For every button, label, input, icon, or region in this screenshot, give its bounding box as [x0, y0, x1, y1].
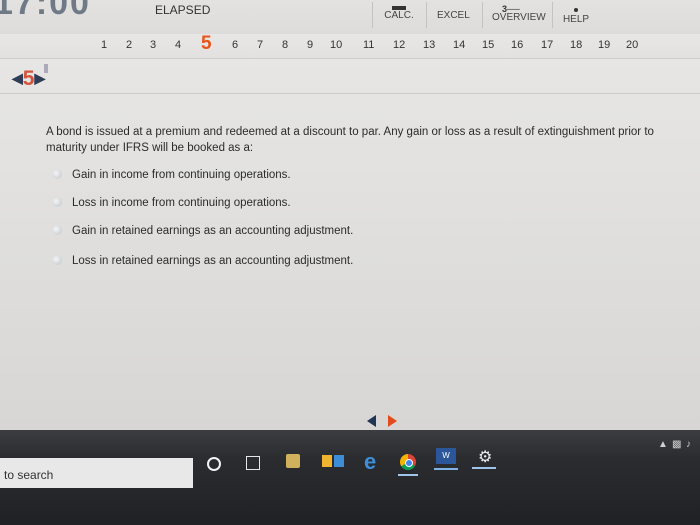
excel-label: EXCEL	[437, 10, 470, 21]
question-number-current[interactable]: 5	[201, 33, 212, 55]
overview-button[interactable]: 3── OVERVIEW	[492, 4, 546, 23]
answer-option-label: Loss in retained earnings as an accounti…	[72, 255, 354, 267]
answer-option[interactable]: Loss in income from continuing operation…	[52, 197, 291, 209]
question-number-link[interactable]: 6	[232, 39, 238, 51]
answer-option[interactable]: Gain in income from continuing operation…	[52, 169, 291, 181]
answer-option-label: Gain in retained earnings as an accounti…	[72, 225, 354, 237]
question-number-link[interactable]: 8	[282, 39, 288, 51]
task-view-icon[interactable]	[246, 456, 260, 470]
answer-option[interactable]: Loss in retained earnings as an accounti…	[52, 255, 353, 267]
toolbar-divider	[552, 2, 553, 28]
question-text: A bond is issued at a premium and redeem…	[46, 126, 654, 154]
word-active-indicator	[434, 468, 458, 470]
question-number-link[interactable]: 7	[257, 39, 263, 51]
calc-label: CALC.	[384, 10, 414, 21]
question-number-link[interactable]: 17	[541, 39, 553, 51]
exam-screen: 17:00 ELAPSED CALC. EXCEL 3── OVERVIEW H…	[0, 0, 700, 455]
elapsed-timer: 17:00	[0, 0, 91, 22]
question-number-link[interactable]: 4	[175, 39, 181, 51]
question-number-link[interactable]: 16	[511, 39, 523, 51]
mail-icon[interactable]	[322, 455, 332, 467]
question-number-link[interactable]: 9	[307, 39, 313, 51]
previous-question-arrow-icon[interactable]: ◀	[12, 70, 23, 86]
cortana-icon[interactable]	[207, 457, 221, 471]
chrome-active-indicator	[398, 474, 418, 476]
excel-button[interactable]: EXCEL	[437, 8, 470, 21]
help-label: HELP	[562, 14, 590, 25]
question-id-number: 5	[22, 67, 35, 90]
next-arrow-icon[interactable]	[388, 415, 397, 427]
elapsed-label: ELAPSED	[155, 3, 211, 17]
question-number-link[interactable]: 12	[393, 39, 405, 51]
settings-gear-icon[interactable]: ⚙	[478, 447, 492, 467]
help-icon	[574, 8, 578, 12]
flag-icon[interactable]	[44, 64, 48, 73]
radio-button[interactable]	[52, 225, 62, 235]
question-number-link[interactable]: 19	[598, 39, 610, 51]
mail-icon-secondary	[334, 455, 344, 467]
question-number-link[interactable]: 11	[363, 39, 374, 51]
question-number-link[interactable]: 1	[101, 39, 107, 51]
toolbar-divider	[426, 2, 427, 28]
taskbar-search-placeholder: to search	[4, 468, 54, 482]
radio-button[interactable]	[52, 255, 62, 265]
store-icon[interactable]	[286, 454, 300, 468]
tray-chevron-up-icon[interactable]: ▲	[658, 439, 668, 450]
help-button[interactable]: HELP	[560, 8, 592, 25]
toolbar-divider	[482, 2, 483, 28]
question-navigator: 1 2 3 4 5 6 7 8 9 10 11 12 13 14 15 16 1…	[0, 33, 700, 59]
question-number-link[interactable]: 13	[423, 39, 435, 51]
radio-button[interactable]	[52, 197, 62, 207]
question-number-link[interactable]: 3	[150, 39, 156, 51]
radio-button[interactable]	[52, 169, 62, 179]
answer-option-label: Loss in income from continuing operation…	[72, 197, 291, 209]
previous-arrow-icon[interactable]	[367, 415, 376, 427]
question-number-link[interactable]: 15	[482, 39, 494, 51]
question-number-link[interactable]: 10	[330, 39, 342, 51]
word-icon[interactable]: W	[436, 448, 456, 464]
edge-icon[interactable]: e	[364, 449, 376, 475]
toolbar-divider	[372, 2, 373, 28]
settings-active-indicator	[472, 467, 496, 469]
content-divider	[0, 93, 700, 94]
chrome-icon[interactable]	[400, 454, 416, 470]
question-number-link[interactable]: 20	[626, 39, 638, 51]
answer-option-label: Gain in income from continuing operation…	[72, 169, 291, 181]
tray-network-icon[interactable]: ▩	[672, 439, 681, 450]
question-number-link[interactable]: 2	[126, 39, 132, 51]
top-toolbar: 17:00 ELAPSED CALC. EXCEL 3── OVERVIEW H…	[0, 0, 700, 35]
question-number-link[interactable]: 14	[453, 39, 465, 51]
tray-volume-icon[interactable]: ♪	[686, 439, 691, 450]
calc-button[interactable]: CALC.	[384, 6, 414, 21]
overview-label: OVERVIEW	[492, 12, 546, 23]
question-id: ◀5▶	[12, 67, 45, 91]
answer-option[interactable]: Gain in retained earnings as an accounti…	[52, 225, 353, 237]
question-number-link[interactable]: 18	[570, 39, 582, 51]
